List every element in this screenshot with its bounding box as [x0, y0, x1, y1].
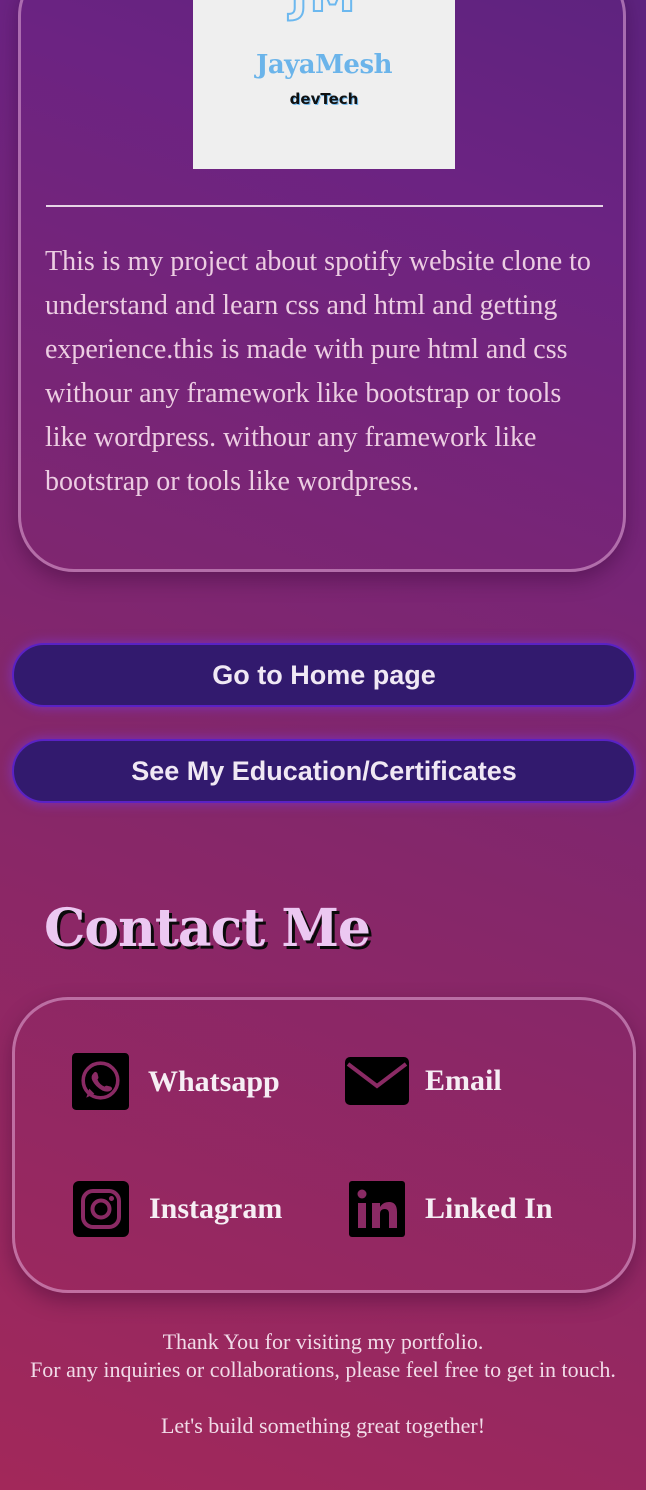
instagram-label: Instagram	[149, 1192, 283, 1225]
go-home-button[interactable]: Go to Home page	[12, 643, 636, 707]
linkedin-label: Linked In	[425, 1192, 553, 1225]
contact-email[interactable]: Email	[345, 1057, 502, 1105]
email-label: Email	[425, 1064, 502, 1097]
footer-thanks: Thank You for visiting my portfolio.	[162, 1329, 484, 1354]
education-certificates-button[interactable]: See My Education/Certificates	[12, 739, 636, 803]
contact-instagram[interactable]: Instagram	[73, 1181, 282, 1237]
project-description: This is my project about spotify website…	[45, 246, 591, 497]
whatsapp-label: Whatsapp	[148, 1064, 280, 1098]
contact-linkedin[interactable]: Linked In	[349, 1181, 553, 1237]
logo-mark: JM	[193, 0, 455, 23]
contact-title: Contact Me	[44, 898, 371, 959]
contact-whatsapp[interactable]: Whatsapp	[72, 1053, 280, 1110]
instagram-icon	[73, 1181, 129, 1237]
linkedin-icon	[349, 1181, 405, 1237]
logo-name: JayaMesh	[256, 50, 392, 80]
contact-box	[12, 997, 636, 1293]
email-icon	[345, 1057, 409, 1105]
whatsapp-icon	[72, 1053, 129, 1110]
footer: Thank You for visiting my portfolio. For…	[20, 1328, 626, 1440]
footer-closing: Let's build something great together!	[160, 1413, 486, 1438]
logo-subtitle: devTech	[289, 90, 359, 108]
card-divider	[46, 205, 603, 207]
footer-inquiries: For any inquiries or collaborations, ple…	[30, 1357, 616, 1382]
jayamesh-logo: JM JayaMesh devTech	[193, 0, 455, 169]
